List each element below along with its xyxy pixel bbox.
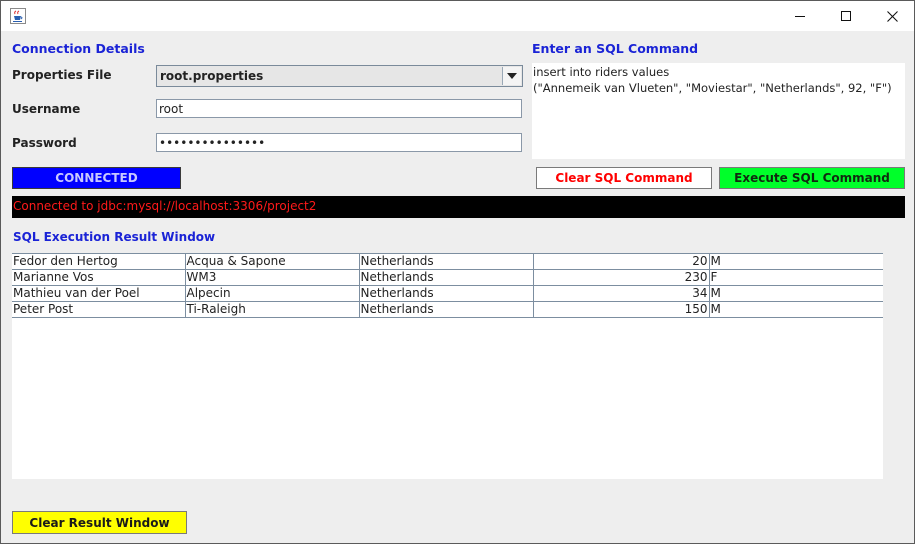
username-label: Username bbox=[12, 102, 81, 116]
properties-file-label: Properties File bbox=[12, 68, 112, 82]
table-cell[interactable]: Netherlands bbox=[359, 253, 534, 270]
connection-status-badge: CONNECTED bbox=[12, 167, 181, 189]
java-cup-icon bbox=[10, 8, 26, 24]
table-cell[interactable]: 34 bbox=[533, 285, 710, 302]
table-cell[interactable]: Peter Post bbox=[12, 301, 186, 318]
table-row[interactable]: Mathieu van der Poel Alpecin Netherlands… bbox=[12, 285, 883, 302]
table-cell[interactable]: Fedor den Hertog bbox=[12, 253, 186, 270]
table-row[interactable]: Fedor den Hertog Acqua & Sapone Netherla… bbox=[12, 253, 883, 270]
table-cell[interactable]: Netherlands bbox=[359, 301, 534, 318]
table-cell[interactable]: 230 bbox=[533, 269, 710, 286]
result-table[interactable]: Fedor den Hertog Acqua & Sapone Netherla… bbox=[12, 253, 883, 318]
chevron-down-icon[interactable] bbox=[502, 67, 521, 85]
maximize-icon bbox=[841, 11, 851, 21]
table-cell[interactable]: WM3 bbox=[185, 269, 360, 286]
connection-details-heading: Connection Details bbox=[12, 41, 145, 56]
clear-result-window-button[interactable]: Clear Result Window bbox=[12, 511, 187, 534]
maximize-button[interactable] bbox=[823, 1, 869, 31]
main-window: Connection Details Enter an SQL Command … bbox=[0, 31, 915, 544]
execute-sql-command-button[interactable]: Execute SQL Command bbox=[719, 167, 905, 189]
password-field[interactable] bbox=[156, 133, 522, 152]
minimize-button[interactable] bbox=[777, 1, 823, 31]
result-table-panel[interactable]: Fedor den Hertog Acqua & Sapone Netherla… bbox=[12, 253, 883, 479]
table-cell[interactable]: M bbox=[709, 301, 883, 318]
table-cell[interactable]: Acqua & Sapone bbox=[185, 253, 360, 270]
table-cell[interactable]: Marianne Vos bbox=[12, 269, 186, 286]
table-cell[interactable]: Netherlands bbox=[359, 269, 534, 286]
table-row[interactable]: Marianne Vos WM3 Netherlands 230 F bbox=[12, 269, 883, 286]
table-cell[interactable]: F bbox=[709, 269, 883, 286]
result-window-heading: SQL Execution Result Window bbox=[13, 230, 216, 244]
table-cell[interactable]: 150 bbox=[533, 301, 710, 318]
properties-file-dropdown[interactable]: root.properties bbox=[156, 65, 523, 87]
connection-message: Connected to jdbc:mysql://localhost:3306… bbox=[12, 196, 905, 218]
close-icon bbox=[886, 10, 898, 22]
title-bar bbox=[0, 0, 915, 31]
sql-command-input[interactable]: insert into riders values ("Annemeik van… bbox=[532, 63, 905, 159]
properties-file-value: root.properties bbox=[160, 69, 264, 83]
close-button[interactable] bbox=[869, 1, 915, 31]
table-cell[interactable]: Ti-Raleigh bbox=[185, 301, 360, 318]
password-label: Password bbox=[12, 136, 77, 150]
table-row[interactable]: Peter Post Ti-Raleigh Netherlands 150 M bbox=[12, 301, 883, 318]
username-field[interactable] bbox=[156, 99, 522, 118]
minimize-icon bbox=[795, 16, 805, 17]
table-cell[interactable]: 20 bbox=[533, 253, 710, 270]
table-cell[interactable]: Alpecin bbox=[185, 285, 360, 302]
table-cell[interactable]: M bbox=[709, 253, 883, 270]
table-cell[interactable]: Mathieu van der Poel bbox=[12, 285, 186, 302]
table-cell[interactable]: M bbox=[709, 285, 883, 302]
sql-command-heading: Enter an SQL Command bbox=[532, 41, 699, 56]
clear-sql-command-button[interactable]: Clear SQL Command bbox=[536, 167, 712, 189]
table-cell[interactable]: Netherlands bbox=[359, 285, 534, 302]
